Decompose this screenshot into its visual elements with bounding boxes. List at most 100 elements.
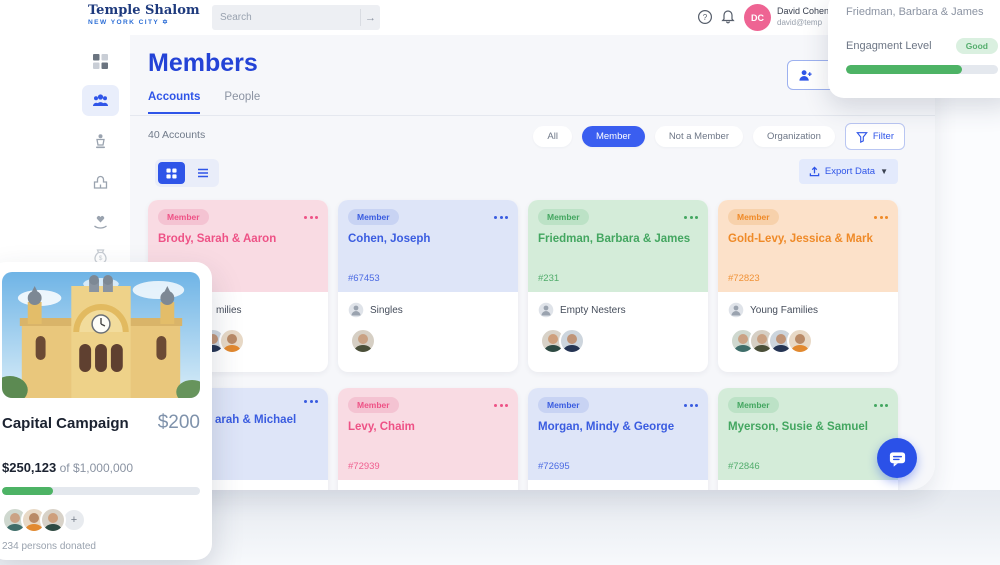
grid-view-icon: [166, 167, 177, 179]
card-menu-icon[interactable]: [304, 397, 318, 406]
avatar: [219, 328, 245, 354]
segment-organization[interactable]: Organization: [753, 126, 835, 147]
status-badge: Member: [158, 209, 209, 225]
export-data-button[interactable]: Export Data ▼: [798, 159, 898, 184]
sidebar-item-clergy[interactable]: [92, 133, 109, 150]
engagement-status-badge: Good: [955, 38, 998, 54]
card-header: Member Myerson, Susie & Samuel #72846: [718, 388, 898, 480]
user-info[interactable]: David Cohen david@temp: [777, 6, 829, 28]
chat-button[interactable]: [877, 438, 917, 478]
bell-icon[interactable]: [720, 8, 736, 24]
tab-accounts[interactable]: Accounts: [148, 91, 201, 114]
segment-filters: All Member Not a Member Organization Fil…: [533, 123, 905, 150]
search-submit-icon[interactable]: →: [360, 9, 380, 26]
segment-member[interactable]: Member: [581, 126, 645, 147]
account-name[interactable]: Brody, Sarah & Aaron: [158, 233, 318, 245]
card-header: Member Friedman, Barbara & James #231: [528, 200, 708, 292]
campaign-of: of: [59, 461, 70, 475]
donation-heart-icon: [94, 216, 107, 229]
temple-shalom-logo[interactable]: Temple Shalom NEW YORK CITY ✡: [88, 3, 200, 27]
list-view-button[interactable]: [189, 162, 216, 184]
card-menu-icon[interactable]: [494, 401, 508, 410]
search-bar[interactable]: →: [212, 5, 380, 30]
member-card-morgan[interactable]: Member Morgan, Mindy & George #72695 Ove…: [528, 388, 708, 490]
segment-all[interactable]: All: [533, 126, 572, 147]
account-name[interactable]: Morgan, Mindy & George: [538, 421, 698, 433]
campaign-progress-fill: [2, 487, 54, 495]
account-number: #72823: [728, 273, 760, 284]
member-card-levy[interactable]: Member Levy, Chaim #72939 23-24 Member P…: [338, 388, 518, 490]
status-badge: Member: [538, 397, 589, 413]
group-row: Empty Nesters: [538, 302, 698, 318]
status-badge: Member: [348, 209, 399, 225]
campaign-raised: $250,123: [2, 460, 57, 475]
user-initials: DC: [751, 12, 764, 23]
card-menu-icon[interactable]: [684, 213, 698, 222]
help-icon[interactable]: ?: [697, 9, 713, 25]
user-avatar[interactable]: DC: [744, 4, 771, 31]
campaign-donor-avatars: +: [2, 507, 200, 533]
lectern-icon: [96, 134, 105, 149]
avatar: [787, 328, 813, 354]
group-label: Empty Nesters: [560, 304, 626, 316]
top-bar: Temple Shalom NEW YORK CITY ✡ → ? DC Dav…: [0, 0, 935, 35]
screen: Temple Shalom NEW YORK CITY ✡ → ? DC Dav…: [0, 0, 1000, 565]
logo-subtitle: NEW YORK CITY ✡: [88, 19, 170, 26]
sidebar-item-donations[interactable]: [92, 213, 109, 230]
grid-view-button[interactable]: [158, 162, 185, 184]
campaign-donors-caption: 234 persons donated: [2, 541, 96, 552]
tab-divider: [130, 115, 935, 116]
campaign-title: Capital Campaign: [2, 415, 129, 432]
account-number: #72846: [728, 461, 760, 472]
synagogue-icon: [93, 175, 108, 189]
user-name: David Cohen: [777, 6, 830, 16]
sidebar-item-dashboard[interactable]: [92, 53, 109, 70]
member-card-gold-levy[interactable]: Member Gold-Levy, Jessica & Mark #72823 …: [718, 200, 898, 372]
account-name[interactable]: Friedman, Barbara & James: [538, 233, 698, 245]
card-menu-icon[interactable]: [874, 213, 888, 222]
logo-title: Temple Shalom: [88, 3, 200, 18]
member-card-myerson[interactable]: Member Myerson, Susie & Samuel #72846 Me…: [718, 388, 898, 490]
campaign-card[interactable]: Capital Campaign $200 $250,123 of $1,000…: [0, 262, 212, 560]
chat-bubble-icon: [889, 451, 905, 467]
group-row: Singles: [348, 302, 508, 318]
card-menu-icon[interactable]: [304, 213, 318, 222]
avatar-row: [540, 328, 708, 354]
card-menu-icon[interactable]: [494, 213, 508, 222]
sidebar-item-members[interactable]: [82, 85, 119, 116]
account-name[interactable]: arah & Michael: [215, 414, 318, 426]
svg-text:$: $: [99, 255, 103, 262]
sidebar-item-synagogue[interactable]: [92, 173, 109, 190]
account-number: #72695: [538, 461, 570, 472]
avatar-row: [200, 328, 328, 354]
filter-button[interactable]: Filter: [844, 123, 905, 150]
view-toggle-group: [155, 159, 219, 187]
accounts-count: 40 Accounts: [148, 129, 206, 141]
card-menu-icon[interactable]: [874, 401, 888, 410]
campaign-progress-bar: [2, 487, 200, 495]
user-email: david@temp: [777, 18, 823, 27]
engagement-account-name: Friedman, Barbara & James: [846, 6, 984, 18]
search-input[interactable]: [212, 12, 360, 23]
account-name[interactable]: Myerson, Susie & Samuel: [728, 421, 888, 433]
account-name[interactable]: Levy, Chaim: [348, 421, 508, 433]
member-card-friedman[interactable]: Member Friedman, Barbara & James #231 Em…: [528, 200, 708, 372]
account-name[interactable]: Cohen, Joseph: [348, 233, 508, 245]
engagement-card: Friedman, Barbara & James Engagment Leve…: [828, 0, 1000, 98]
group-label: milies: [216, 304, 242, 316]
card-menu-icon[interactable]: [684, 401, 698, 410]
campaign-amount: $200: [157, 412, 200, 433]
funnel-icon: [856, 131, 868, 143]
engagement-progress-bar: [846, 65, 998, 74]
members-people-icon: [93, 94, 108, 106]
member-card-cohen[interactable]: Member Cohen, Joseph #67453 Singles: [338, 200, 518, 372]
segment-not-a-member[interactable]: Not a Member: [654, 126, 743, 147]
account-name[interactable]: Gold-Levy, Jessica & Mark: [728, 233, 888, 245]
avatar: [559, 328, 585, 354]
status-badge: Member: [538, 209, 589, 225]
avatar-row: [730, 328, 898, 354]
person-add-icon: [799, 69, 812, 81]
export-label: Export Data: [824, 166, 876, 177]
status-badge: Member: [348, 397, 399, 413]
tab-people[interactable]: People: [224, 91, 260, 114]
